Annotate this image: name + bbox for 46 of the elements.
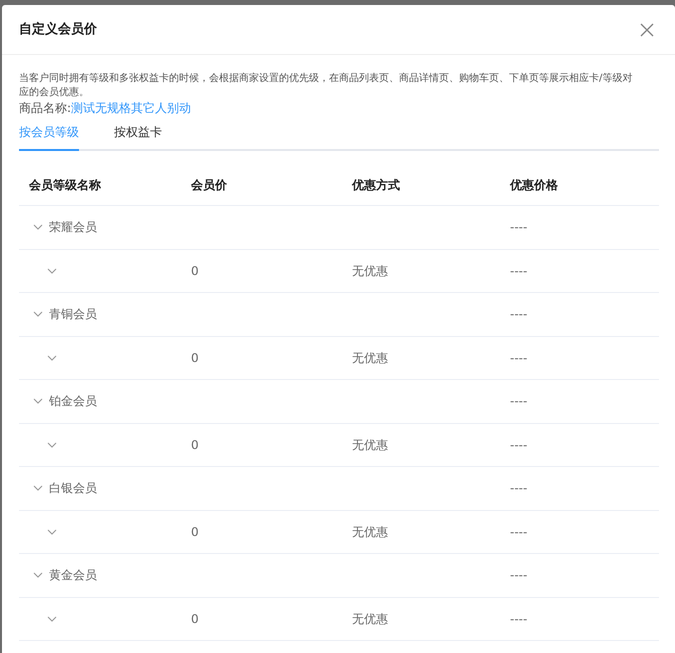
table-cell-text: 0 — [190, 436, 200, 454]
table-cell-text: 青铜会员 — [49, 306, 97, 324]
table-cell-text: 0 — [190, 524, 200, 541]
tab[interactable]: 按会员等级 — [19, 123, 79, 151]
chevron-icon[interactable] — [33, 398, 43, 404]
table-cell-text: 0 — [190, 610, 200, 628]
table-cell-text: 荣耀会员 — [49, 219, 97, 236]
chevron-icon[interactable] — [33, 485, 43, 492]
table-cell-text: ---- — [509, 350, 528, 367]
table-cell-text: ---- — [509, 524, 528, 541]
column-header: 会员等级名称 — [28, 177, 102, 194]
table-cell-text: 无优惠 — [351, 262, 389, 280]
chevron-icon[interactable] — [47, 528, 57, 535]
table-cell-text: ---- — [509, 567, 528, 584]
table-cell-text: 无优惠 — [351, 610, 389, 628]
chevron-icon[interactable] — [47, 268, 57, 274]
chevron-icon[interactable] — [47, 442, 57, 448]
tab[interactable]: 按权益卡 — [114, 123, 162, 151]
table-cell-text: ---- — [509, 393, 528, 410]
table-cell-text: ---- — [509, 610, 528, 628]
close-icon[interactable] — [640, 22, 654, 36]
table-cell-text: 黄金会员 — [49, 567, 97, 584]
column-header: 会员价 — [190, 177, 228, 194]
table-cell-text: ---- — [509, 436, 528, 454]
product-label: 商品名称: — [19, 101, 72, 115]
table-cell-text: ---- — [509, 219, 528, 236]
table-cell-text: 0 — [190, 262, 200, 280]
table-cell-text: ---- — [509, 306, 528, 324]
table-cell-text: 白银会员 — [49, 480, 97, 498]
table-cell-text: 无优惠 — [351, 350, 389, 367]
column-header: 优惠价格 — [508, 177, 559, 194]
table-cell-text: 无优惠 — [351, 524, 389, 541]
notice-text: 当客户同时拥有等级和多张权益卡的时候，会根据商家设置的优先级，在商品列表页、商品详情页、购物车页、下单页等展示相应卡/等级对应的会员优惠。 — [19, 72, 634, 100]
chevron-icon[interactable] — [33, 224, 43, 230]
table-cell-text: 无优惠 — [351, 436, 389, 454]
column-header: 优惠方式 — [350, 177, 401, 194]
product-link[interactable]: 测试无规格其它人别动 — [71, 101, 192, 115]
chevron-icon[interactable] — [47, 616, 57, 622]
table-cell-text: 铂金会员 — [49, 393, 97, 410]
table-cell-text: ---- — [509, 262, 528, 280]
dialog-title: 自定义会员价 — [19, 20, 97, 39]
table-cell-text: 0 — [190, 350, 200, 367]
chevron-icon[interactable] — [33, 572, 43, 578]
chevron-icon[interactable] — [47, 354, 57, 361]
chevron-icon[interactable] — [33, 311, 43, 318]
table-cell-text: ---- — [509, 480, 528, 498]
